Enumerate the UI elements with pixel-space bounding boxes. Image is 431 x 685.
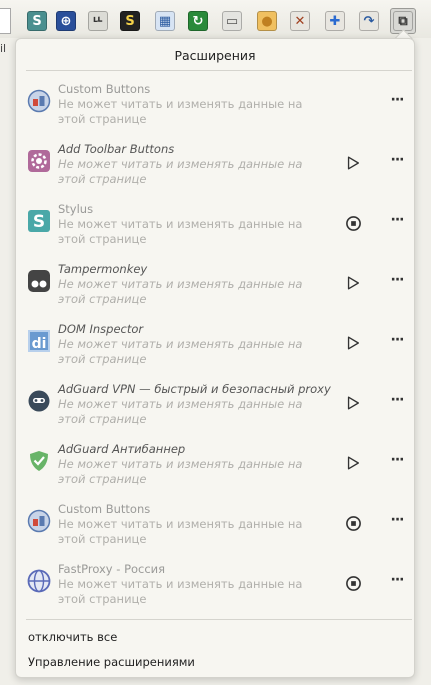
- stop-icon[interactable]: [344, 514, 362, 532]
- arrow-toolbar-icon: ↷: [359, 11, 379, 31]
- play-icon[interactable]: [344, 394, 362, 412]
- extension-item[interactable]: Tampermonkey Не может читать и изменять д…: [16, 262, 416, 322]
- arrow-toolbar-button[interactable]: ↷: [357, 9, 381, 33]
- play-icon[interactable]: [344, 334, 362, 352]
- manage-extensions-link[interactable]: Управление расширениями: [28, 655, 195, 669]
- extension-name: Stylus: [58, 202, 94, 216]
- globe-toolbar-button[interactable]: ⊕: [54, 9, 78, 33]
- extension-description: Не может читать и изменять данные на это…: [58, 517, 303, 546]
- extension-name: DOM Inspector: [58, 322, 144, 336]
- coins-toolbar-button[interactable]: ●: [255, 9, 279, 33]
- extension-name: AdGuard VPN — быстрый и безопасный proxy: [58, 382, 331, 396]
- extension-name: FastProxy - Россия: [58, 562, 166, 576]
- panel-title: Расширения: [174, 48, 256, 63]
- more-options-icon[interactable]: ···: [388, 453, 406, 472]
- extension-name: Custom Buttons: [58, 82, 151, 96]
- extension-item[interactable]: Custom Buttons Не может читать и изменять…: [16, 82, 416, 142]
- divider: [26, 70, 412, 71]
- more-options-icon[interactable]: ···: [388, 513, 406, 532]
- play-icon[interactable]: [344, 154, 362, 172]
- refresh-toolbar-button[interactable]: ↻: [186, 9, 210, 33]
- globe-icon: [27, 569, 51, 593]
- extension-description: Не может читать и изменять данные на это…: [58, 337, 303, 366]
- tree-toolbar-icon: ᄔ: [88, 11, 108, 31]
- extension-name: Tampermonkey: [58, 262, 148, 276]
- more-options-icon[interactable]: ···: [388, 333, 406, 352]
- tree-toolbar-button[interactable]: ᄔ: [86, 9, 110, 33]
- divider: [26, 619, 412, 620]
- extension-name: Custom Buttons: [58, 502, 151, 516]
- extension-description: Не может читать и изменять данные на это…: [58, 277, 303, 306]
- extension-item[interactable]: Add Toolbar Buttons Не может читать и изм…: [16, 142, 416, 202]
- script-toolbar-icon: S: [120, 11, 140, 31]
- gear-icon: [27, 149, 51, 173]
- extension-item[interactable]: di DOM Inspector Не может читать и изменят…: [16, 322, 416, 382]
- script-toolbar-button[interactable]: S: [118, 9, 142, 33]
- stylus-icon: S: [27, 209, 51, 233]
- coins-toolbar-icon: ●: [257, 11, 277, 31]
- more-options-icon[interactable]: ···: [388, 273, 406, 292]
- svg-text:S: S: [33, 212, 45, 232]
- play-icon[interactable]: [344, 274, 362, 292]
- adguard-shield-icon: [27, 449, 51, 473]
- extension-item[interactable]: AdGuard Антибаннер Не может читать и изме…: [16, 442, 416, 502]
- extension-item[interactable]: AdGuard VPN — быстрый и безопасный proxy…: [16, 382, 416, 442]
- stylus-toolbar-button[interactable]: S: [25, 9, 49, 33]
- more-options-icon[interactable]: ···: [388, 153, 406, 172]
- extensions-panel: Расширения Custom Buttons Не может читать…: [15, 38, 415, 678]
- more-options-icon[interactable]: ···: [388, 213, 406, 232]
- refresh-toolbar-icon: ↻: [188, 11, 208, 31]
- adguard-vpn-icon: [27, 389, 51, 413]
- dom-inspector-icon: di: [27, 329, 51, 353]
- extension-name: Add Toolbar Buttons: [58, 142, 175, 156]
- extension-name: AdGuard Антибаннер: [58, 442, 186, 456]
- custom-buttons-icon: [27, 89, 51, 113]
- browser-toolbar: S ⊕ ᄔ S ▦ ↻ ▭ ● ✕ ✚ ↷ ⧉: [0, 0, 431, 38]
- disable-all-link[interactable]: отключить все: [28, 630, 117, 644]
- stop-icon[interactable]: [344, 214, 362, 232]
- extension-description: Не может читать и изменять данные на это…: [58, 397, 303, 426]
- computer-toolbar-button[interactable]: ▭: [220, 9, 244, 33]
- extension-item[interactable]: FastProxy - Россия Не может читать и изме…: [16, 562, 416, 622]
- calendar-toolbar-button[interactable]: ▦: [153, 9, 177, 33]
- custom-buttons-icon: [27, 509, 51, 533]
- stylus-toolbar-icon: S: [27, 11, 47, 31]
- tools-toolbar-button[interactable]: ✕: [288, 9, 312, 33]
- tools-toolbar-icon: ✕: [290, 11, 310, 31]
- extension-item[interactable]: Custom Buttons Не может читать и изменять…: [16, 502, 416, 562]
- more-options-icon[interactable]: ···: [388, 93, 406, 112]
- extension-description: Не может читать и изменять данные на это…: [58, 157, 303, 186]
- puzzle-blue-toolbar-button[interactable]: ✚: [323, 9, 347, 33]
- play-icon[interactable]: [344, 454, 362, 472]
- extension-description: Не может читать и изменять данные на это…: [58, 97, 303, 126]
- calendar-toolbar-icon: ▦: [155, 11, 175, 31]
- more-options-icon[interactable]: ···: [388, 573, 406, 592]
- tampermonkey-icon: [27, 269, 51, 293]
- svg-text:di: di: [32, 336, 47, 352]
- globe-toolbar-icon: ⊕: [56, 11, 76, 31]
- extension-item[interactable]: S Stylus Не может читать и изменять данные…: [16, 202, 416, 262]
- bookmark-label-fragment: il: [0, 42, 7, 55]
- extension-description: Не может читать и изменять данные на это…: [58, 577, 303, 606]
- puzzle-blue-toolbar-icon: ✚: [325, 11, 345, 31]
- stop-icon[interactable]: [344, 574, 362, 592]
- address-field-edge[interactable]: [0, 8, 11, 34]
- extension-description: Не может читать и изменять данные на это…: [58, 457, 303, 486]
- extension-description: Не может читать и изменять данные на это…: [58, 217, 303, 246]
- more-options-icon[interactable]: ···: [388, 393, 406, 412]
- computer-toolbar-icon: ▭: [222, 11, 242, 31]
